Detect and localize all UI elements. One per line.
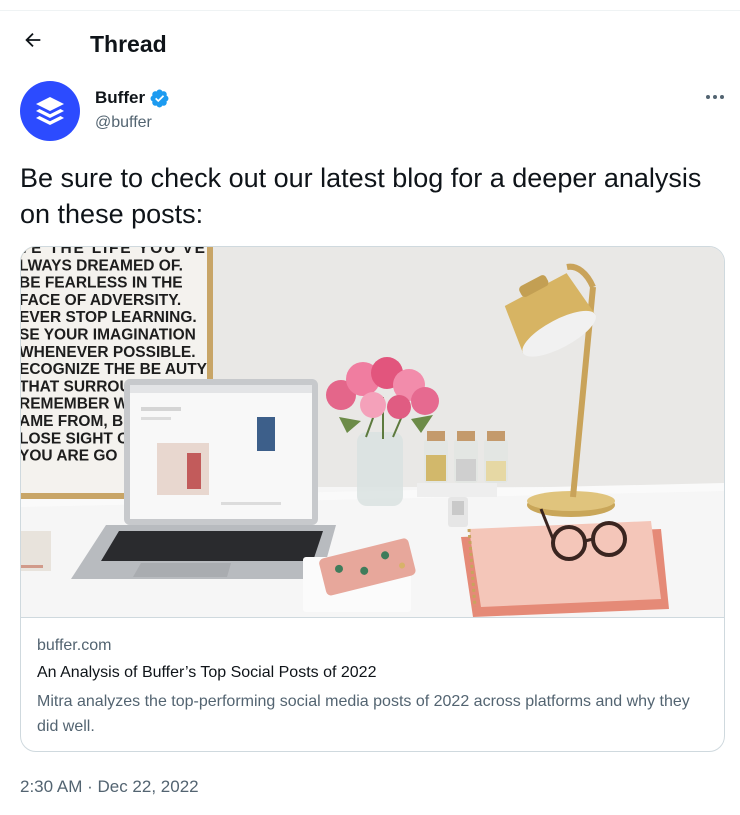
poster-line: VE THE LIFE YOU'VE bbox=[21, 247, 205, 257]
tweet-timestamp[interactable]: 2:30 AM · Dec 22, 2022 bbox=[20, 776, 199, 798]
poster-line: FACE OF ADVERSITY. bbox=[21, 292, 181, 309]
buffer-logo-icon bbox=[36, 97, 64, 125]
card-domain: buffer.com bbox=[37, 637, 112, 654]
back-button[interactable] bbox=[16, 23, 50, 57]
card-divider bbox=[21, 617, 724, 618]
verified-badge-icon[interactable] bbox=[149, 88, 170, 109]
poster-line: ECOGNIZE THE BE AUTY bbox=[21, 361, 208, 378]
poster-line: AME FROM, BU bbox=[21, 413, 134, 430]
author-block: Buffer @buffer bbox=[95, 87, 170, 134]
poster-line: LWAYS DREAMED OF. bbox=[21, 257, 183, 274]
link-card[interactable]: VE THE LIFE YOU'VELWAYS DREAMED OF.BE FE… bbox=[20, 246, 725, 752]
more-horizontal-icon bbox=[706, 95, 724, 99]
avatar[interactable] bbox=[20, 81, 80, 141]
poster-line: BE FEARLESS IN THE bbox=[21, 275, 183, 292]
arrow-left-icon bbox=[25, 32, 41, 48]
author-name-row: Buffer bbox=[95, 87, 170, 109]
page-title: Thread bbox=[90, 31, 167, 57]
poster-line: THAT SURROUN bbox=[21, 378, 142, 395]
card-description: Mitra analyzes the top-performing social… bbox=[37, 693, 690, 735]
author-handle[interactable]: @buffer bbox=[95, 112, 170, 134]
poster-line: EVER STOP LEARNING. bbox=[21, 309, 197, 326]
poster-line: LOSE SIGHT OF bbox=[21, 430, 139, 447]
more-button[interactable] bbox=[700, 84, 730, 110]
author-name[interactable]: Buffer bbox=[95, 87, 145, 109]
spice-jars bbox=[417, 431, 508, 497]
poster-line: YOU ARE GO bbox=[21, 448, 117, 465]
poster-line: WHENEVER POSSIBLE. bbox=[21, 344, 196, 361]
thread-header: Thread bbox=[0, 11, 740, 73]
tweet-text: Be sure to check out our latest blog for… bbox=[20, 163, 702, 229]
poster-line: SE YOUR IMAGINATION bbox=[21, 327, 196, 344]
card-image: VE THE LIFE YOU'VELWAYS DREAMED OF.BE FE… bbox=[21, 247, 724, 617]
card-title: An Analysis of Buffer’s Top Social Posts… bbox=[37, 664, 377, 681]
